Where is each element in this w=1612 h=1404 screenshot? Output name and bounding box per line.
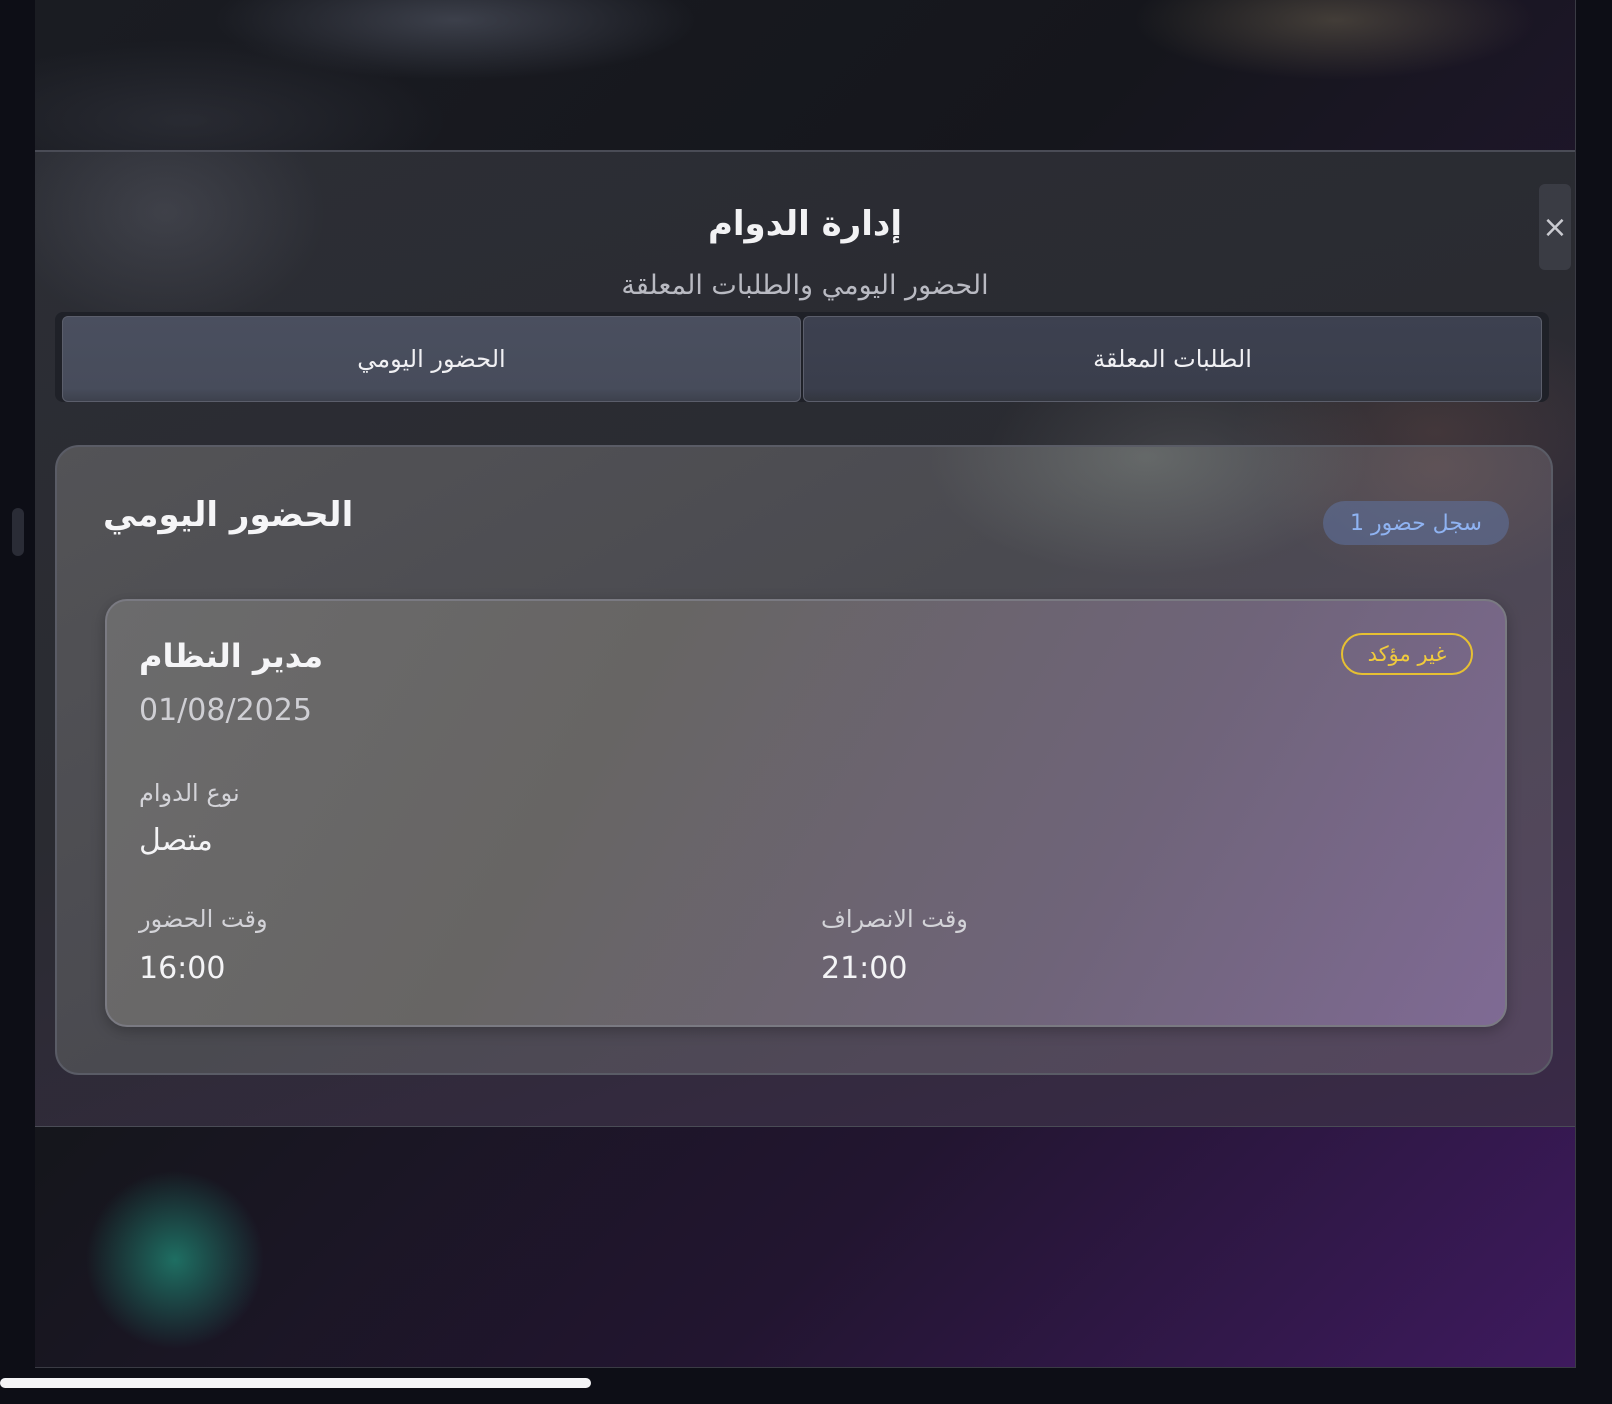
modal-title: إدارة الدوام	[707, 204, 902, 244]
tab-daily-attendance-label: الحضور اليومي	[357, 345, 506, 373]
tab-pending-requests[interactable]: الطلبات المعلقة	[803, 316, 1542, 402]
panel-title: الحضور اليومي	[103, 495, 354, 535]
record-date: 01/08/2025	[139, 693, 312, 728]
check-in-label: وقت الحضور	[139, 905, 268, 933]
work-type-value: متصل	[139, 823, 213, 858]
check-out-value: 21:00	[821, 951, 908, 986]
tab-bar: الطلبات المعلقة الحضور اليومي	[55, 312, 1549, 402]
app-window: × إدارة الدوام الحضور اليومي والطلبات ال…	[35, 0, 1576, 1368]
horizontal-scrollbar[interactable]	[0, 1378, 591, 1388]
vertical-scroll-handle[interactable]	[12, 508, 24, 556]
attendance-modal: × إدارة الدوام الحضور اليومي والطلبات ال…	[35, 152, 1575, 1127]
check-in-value: 16:00	[139, 951, 226, 986]
work-type-label: نوع الدوام	[139, 779, 240, 807]
record-count-badge: سجل حضور 1	[1323, 501, 1509, 545]
status-badge: غير مؤكد	[1341, 633, 1473, 675]
tab-pending-requests-label: الطلبات المعلقة	[1093, 345, 1252, 373]
check-out-label: وقت الانصراف	[821, 905, 968, 933]
modal-subtitle: الحضور اليومي والطلبات المعلقة	[621, 270, 989, 301]
background-glow-green	[65, 1160, 285, 1360]
employee-name: مدير النظام	[139, 637, 324, 675]
attendance-record-card[interactable]: مدير النظام 01/08/2025 غير مؤكد نوع الدو…	[105, 599, 1507, 1027]
tab-daily-attendance[interactable]: الحضور اليومي	[62, 316, 801, 402]
daily-attendance-panel: الحضور اليومي سجل حضور 1 مدير النظام 01/…	[55, 445, 1553, 1075]
background-glow	[35, 0, 1575, 150]
